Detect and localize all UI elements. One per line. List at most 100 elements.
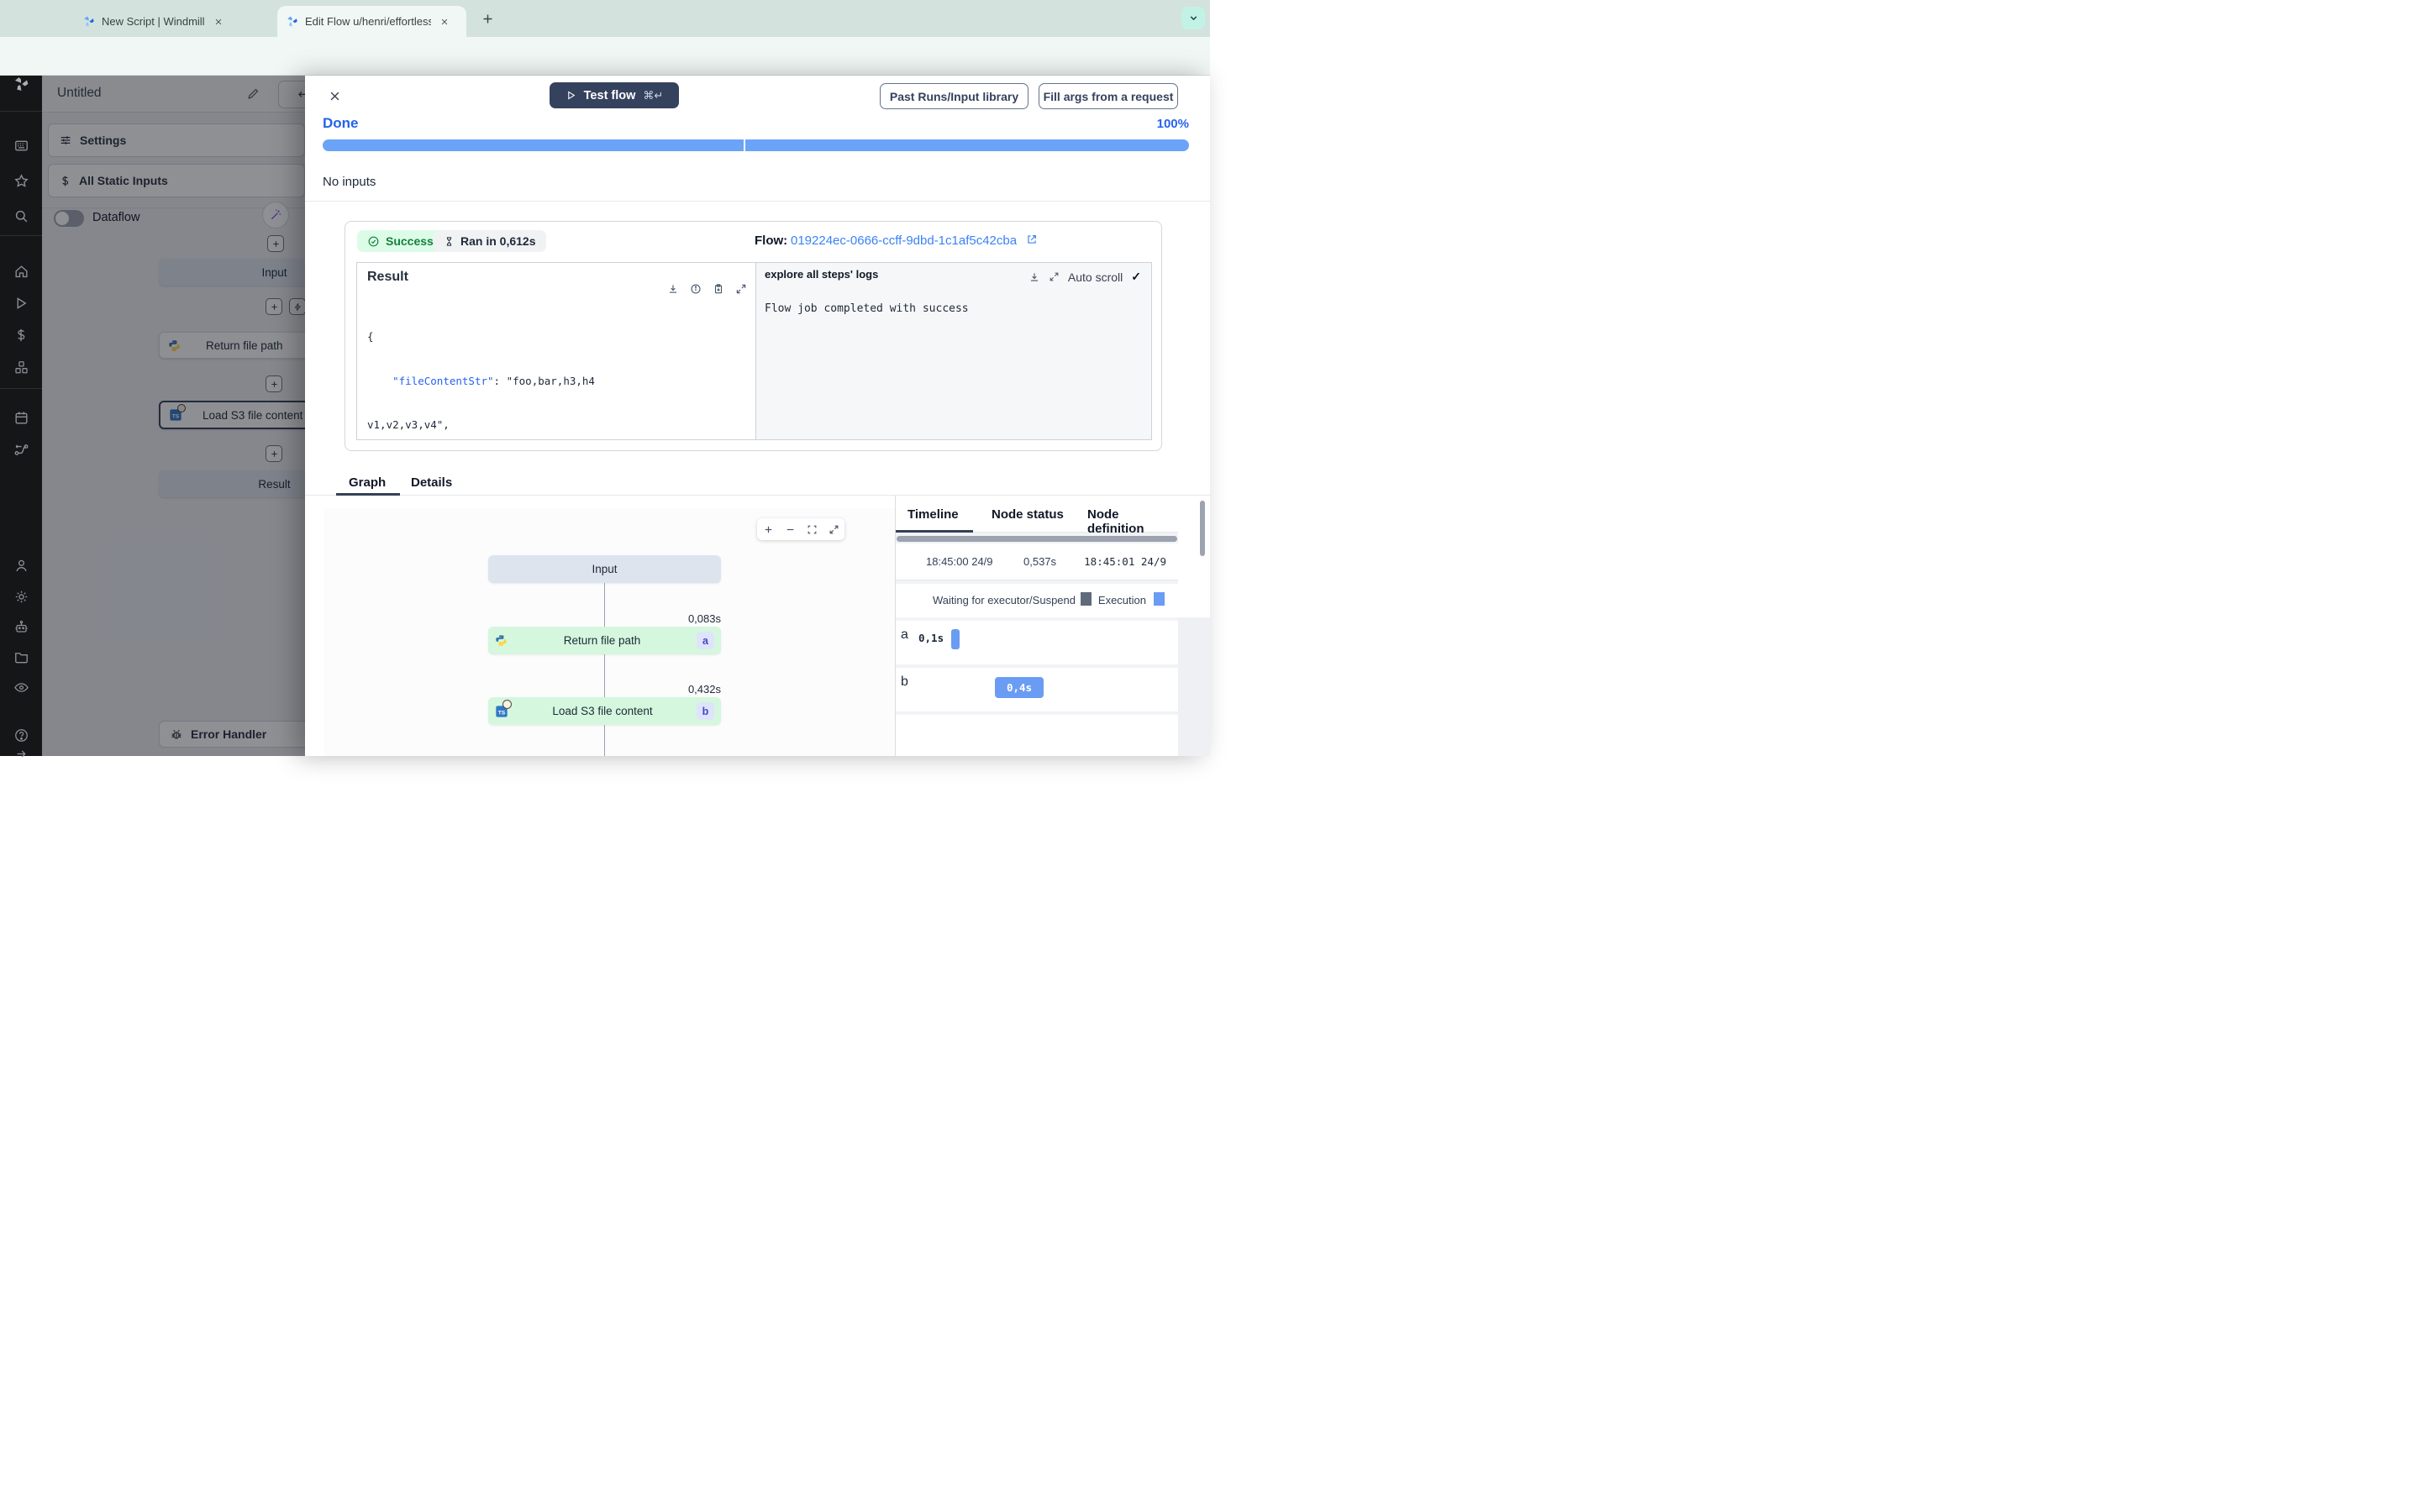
legend-waiting-swatch [1081, 592, 1092, 606]
modal-dim-overlay[interactable] [42, 76, 305, 756]
duration-label: Ran in 0,612s [460, 234, 536, 248]
active-tab-underline [336, 493, 400, 496]
timeline-row-b[interactable]: b 0,4s [896, 668, 1178, 711]
node-label: Load S3 file content [552, 705, 653, 717]
expand-icon[interactable] [735, 283, 747, 295]
fill-args-button[interactable]: Fill args from a request [1039, 83, 1178, 109]
timeline-scrollbar-horizontal[interactable] [897, 536, 1177, 542]
result-json: { "fileContentStr": "foo,bar,h3,h4 v1,v2… [367, 330, 595, 431]
sidebar-item-search-icon[interactable] [0, 203, 42, 228]
test-flow-button[interactable]: Test flow ⌘↵ [550, 82, 679, 108]
node-label: Input [592, 563, 618, 575]
legend-execution-swatch [1154, 592, 1165, 606]
step-id-badge: a [697, 632, 714, 649]
close-tab-icon[interactable] [438, 15, 451, 29]
status-done-label: Done [323, 115, 359, 131]
gutter-fill [1178, 617, 1210, 756]
windmill-favicon [82, 15, 95, 28]
sidebar-item-settings-gear-icon[interactable] [0, 584, 42, 609]
graph-node-load-s3[interactable]: TS Load S3 file content b [488, 697, 721, 725]
copy-clipboard-icon[interactable] [713, 283, 724, 295]
progress-bar [323, 139, 1189, 151]
tab-details[interactable]: Details [411, 475, 452, 490]
sidebar-item-folders-icon[interactable] [0, 644, 42, 669]
execution-bar: 0,4s [995, 677, 1044, 698]
sidebar-item-workers-robot-icon[interactable] [0, 614, 42, 639]
sidebar-item-home-icon[interactable] [0, 259, 42, 284]
logs-toolbar: Auto scroll ✓ [1028, 270, 1141, 284]
info-icon[interactable] [690, 283, 702, 295]
graph-node-input[interactable]: Input [488, 555, 721, 583]
past-runs-button[interactable]: Past Runs/Input library [880, 83, 1028, 109]
sidebar-item-audit-eye-icon[interactable] [0, 675, 42, 700]
auto-scroll-label[interactable]: Auto scroll [1068, 270, 1123, 284]
graph-edge [604, 725, 605, 756]
sidebar-item-workflows-icon[interactable] [0, 437, 42, 462]
step-id-badge: b [697, 702, 714, 720]
logs-pane: explore all steps' logs Auto scroll ✓ Fl… [755, 263, 1151, 439]
timeline-empty-area [896, 715, 1178, 756]
browser-tab-edit-flow[interactable]: Edit Flow u/henri/effortless_fl [277, 6, 466, 37]
test-flow-label: Test flow [583, 88, 636, 102]
typescript-bun-icon: TS [495, 699, 512, 718]
browser-tab-new-script[interactable]: New Script | Windmill [74, 6, 234, 37]
step-a-duration: 0,083s [687, 612, 721, 625]
tab-node-definition[interactable]: Node definition [1087, 507, 1178, 536]
tab-timeline[interactable]: Timeline [908, 507, 959, 522]
external-link-icon[interactable] [1026, 234, 1038, 245]
sidebar-item-favorites-star-icon[interactable] [0, 168, 42, 193]
row-label: b [901, 675, 908, 689]
result-toolbar [667, 283, 747, 295]
sidebar-item-apps-icon[interactable] [0, 133, 42, 158]
timeline-legend-row: Waiting for executor/Suspend Execution [896, 584, 1178, 617]
download-icon[interactable] [667, 283, 679, 295]
zoom-in-icon[interactable] [763, 524, 774, 535]
download-icon[interactable] [1028, 271, 1040, 283]
section-divider [305, 201, 1210, 202]
sidebar-collapse-arrow-icon[interactable] [0, 741, 42, 766]
hourglass-icon [444, 236, 455, 247]
sidebar-item-resources-icon[interactable] [0, 354, 42, 380]
past-runs-label: Past Runs/Input library [889, 89, 1019, 103]
graph-node-return-file-path[interactable]: Return file path a [488, 627, 721, 654]
sidebar-divider [0, 235, 42, 236]
checkmark-icon[interactable]: ✓ [1131, 270, 1141, 284]
timeline-row-a[interactable]: a 0,1s [896, 621, 1178, 664]
shortcut-hint: ⌘↵ [643, 88, 664, 102]
python-icon [495, 634, 508, 647]
flow-id-label: Flow: [755, 234, 788, 248]
fit-view-icon[interactable] [807, 524, 818, 535]
flow-id-link[interactable]: 019224ec-0666-ccff-9dbd-1c1af5c42cba [791, 234, 1017, 248]
progress-step-divider [744, 139, 746, 151]
progress-percent: 100% [1156, 117, 1189, 131]
legend-execution-label: Execution [1097, 594, 1146, 606]
zoom-out-icon[interactable] [785, 524, 796, 535]
timeline-panel: Timeline Node status Node definition 18:… [896, 496, 1178, 756]
tab-node-status[interactable]: Node status [992, 507, 1064, 522]
graph-edge [604, 583, 605, 627]
run-result-card: Success Ran in 0,612s Flow: 019224ec-066… [345, 221, 1162, 451]
new-tab-button[interactable] [481, 12, 495, 26]
sidebar-item-variables-icon[interactable] [0, 323, 42, 348]
close-drawer-icon[interactable] [329, 90, 341, 102]
row-label: a [901, 627, 908, 642]
graph-canvas[interactable]: Input 0,083s Return file path a 0,432s T… [324, 508, 895, 756]
step-b-duration: 0,432s [687, 683, 721, 696]
sidebar-item-runs-icon[interactable] [0, 291, 42, 316]
fullscreen-icon[interactable] [829, 524, 839, 535]
sidebar-item-users-icon[interactable] [0, 553, 42, 578]
active-tab-underline [896, 530, 973, 533]
tab-graph[interactable]: Graph [349, 475, 386, 490]
log-line: Flow job completed with success [765, 302, 969, 315]
check-circle-icon [367, 235, 380, 248]
timeline-range-row: 18:45:00 24/9 0,537s 18:45:01 24/9 [896, 543, 1178, 580]
expand-icon[interactable] [1049, 271, 1060, 282]
tab-search-chevron-button[interactable] [1181, 7, 1205, 29]
close-tab-icon[interactable] [212, 15, 225, 29]
fill-args-label: Fill args from a request [1043, 89, 1174, 103]
windmill-logo-icon[interactable] [0, 72, 42, 96]
sidebar-item-schedules-calendar-icon[interactable] [0, 405, 42, 430]
test-flow-drawer: Test flow ⌘↵ Past Runs/Input library Fil… [305, 76, 1210, 756]
browser-toolbar: app.windmill.dev/flows/edit/u/henri/effo… [0, 37, 1210, 105]
scrollbar-thumb-vertical[interactable] [1200, 501, 1205, 556]
